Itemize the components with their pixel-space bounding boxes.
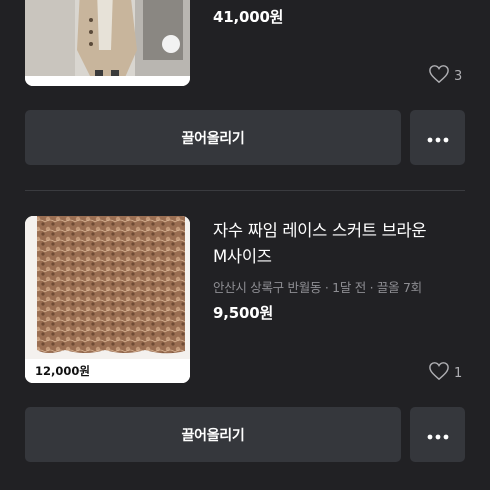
listing-divider <box>25 190 465 191</box>
more-button[interactable] <box>410 407 465 462</box>
heart-icon <box>428 361 450 385</box>
like-count[interactable]: 3 <box>428 64 462 88</box>
more-horizontal-icon <box>427 128 449 147</box>
listing-title[interactable]: 자수 짜임 레이스 스커트 브라운 M사이즈 <box>213 218 463 270</box>
more-horizontal-icon <box>427 425 449 444</box>
listing-price: 41,000원 <box>213 8 284 26</box>
heart-icon <box>428 64 450 88</box>
like-count-value: 1 <box>454 365 463 381</box>
like-count-value: 3 <box>454 68 463 84</box>
listing-thumbnail[interactable] <box>25 0 190 86</box>
listing-title-line: M사이즈 <box>213 247 272 266</box>
thumbnail-price-tag: 12,000원 <box>25 359 190 383</box>
bump-button[interactable]: 끌어올리기 <box>25 110 401 165</box>
listing-price: 9,500원 <box>213 304 274 322</box>
listing-thumbnail[interactable]: 12,000원 <box>25 216 190 383</box>
listing-title-line: 자수 짜임 레이스 스커트 브라운 <box>213 221 427 240</box>
bump-button[interactable]: 끌어올리기 <box>25 407 401 462</box>
like-count[interactable]: 1 <box>428 361 462 385</box>
listing-meta: 안산시 상록구 반월동 · 1달 전 · 끌올 7회 <box>213 280 422 295</box>
more-button[interactable] <box>410 110 465 165</box>
